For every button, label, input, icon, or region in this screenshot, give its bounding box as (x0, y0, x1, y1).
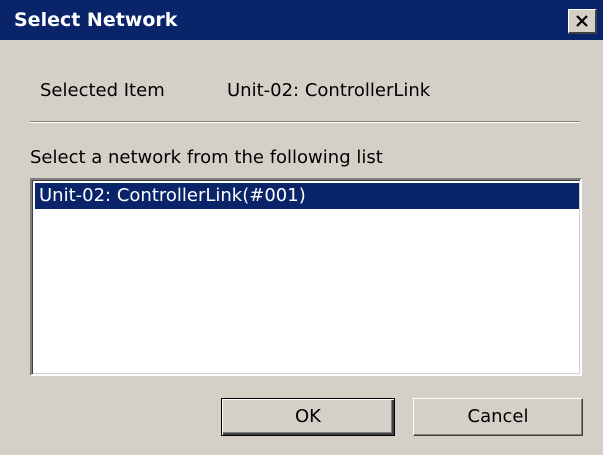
network-listbox[interactable]: Unit-02: ControllerLink(#001) (30, 178, 582, 376)
dialog-title: Select Network (14, 9, 178, 31)
list-item[interactable]: Unit-02: ControllerLink(#001) (35, 183, 579, 209)
title-bar[interactable]: Select Network (0, 0, 603, 40)
cancel-button[interactable]: Cancel (413, 398, 583, 436)
instruction-text: Select a network from the following list (30, 147, 383, 168)
selected-item-label: Selected Item (40, 80, 165, 101)
close-button[interactable] (568, 9, 597, 34)
select-network-dialog: Select Network Selected Item Unit-02: Co… (0, 0, 603, 455)
close-icon (576, 15, 588, 27)
separator (30, 121, 580, 123)
selected-item-value: Unit-02: ControllerLink (227, 80, 431, 101)
ok-button[interactable]: OK (221, 398, 395, 436)
